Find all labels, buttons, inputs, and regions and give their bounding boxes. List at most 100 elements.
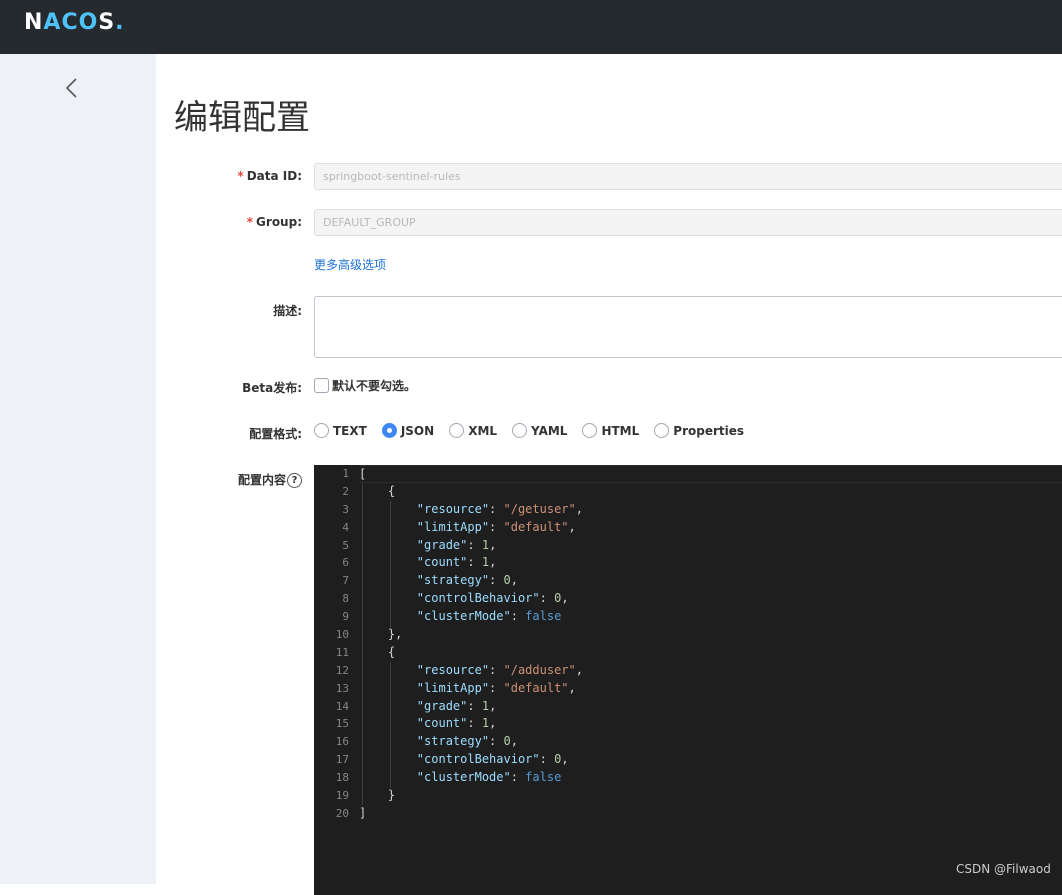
code-line: { — [359, 483, 1062, 501]
code-line: } — [359, 787, 1062, 805]
page-title: 编辑配置 — [174, 98, 310, 138]
description-textarea[interactable] — [314, 296, 1062, 358]
back-arrow-icon[interactable] — [62, 76, 82, 100]
nacos-logo[interactable]: NACOS. — [24, 10, 125, 35]
line-number: 11 — [335, 645, 349, 659]
code-line: "grade": 1, — [359, 698, 1062, 716]
json-key: "grade" — [416, 698, 468, 713]
code-line: "count": 1, — [359, 715, 1062, 733]
top-bar: NACOS. — [0, 0, 1062, 54]
brace: }, — [359, 627, 403, 642]
code-content[interactable]: [ { "resource": "/getuser", "limitApp": … — [359, 465, 1062, 823]
line-number: 6 — [342, 556, 349, 570]
code-line: "limitApp": "default", — [359, 680, 1062, 698]
group-input[interactable]: DEFAULT_GROUP — [314, 209, 1062, 236]
comma: , — [489, 716, 497, 731]
comma: , — [561, 591, 569, 606]
radio-button[interactable] — [314, 423, 329, 438]
json-key: "controlBehavior" — [416, 752, 540, 767]
json-key: "strategy" — [416, 734, 490, 749]
colon: : — [467, 555, 482, 570]
format-option-text[interactable]: TEXT — [314, 423, 367, 438]
code-editor[interactable]: 1 2 3 4 5 6 7 8 9 10 11 12 13 14 15 16 17 18 19 20 [ { "res… — [314, 465, 1062, 895]
line-number: 16 — [335, 735, 349, 749]
content-label: 配置内容? — [156, 471, 302, 488]
bracket: ] — [359, 805, 367, 820]
line-number: 13 — [335, 681, 349, 695]
code-line: "resource": "/adduser", — [359, 662, 1062, 680]
code-line: "strategy": 0, — [359, 572, 1062, 590]
comma: , — [568, 519, 576, 534]
data-id-input[interactable]: springboot-sentinel-rules — [314, 163, 1062, 190]
code-line: "controlBehavior": 0, — [359, 590, 1062, 608]
json-key: "count" — [416, 716, 468, 731]
colon: : — [489, 734, 504, 749]
help-icon[interactable]: ? — [287, 473, 302, 488]
radio-button[interactable] — [449, 423, 465, 438]
code-line: "clusterMode": false — [359, 769, 1062, 787]
radio-button[interactable] — [512, 423, 528, 438]
sidebar — [0, 54, 156, 884]
radio-button-selected[interactable] — [381, 423, 397, 438]
code-line: "grade": 1, — [359, 537, 1062, 555]
format-option-json[interactable]: JSON — [381, 423, 434, 438]
format-option-properties[interactable]: Properties — [654, 423, 744, 438]
format-option-yaml[interactable]: YAML — [512, 423, 567, 438]
json-key: "controlBehavior" — [416, 591, 540, 606]
json-key: "grade" — [416, 537, 468, 552]
line-number: 5 — [342, 538, 349, 552]
radio-button[interactable] — [654, 423, 670, 438]
beta-checkbox-text: 默认不要勾选。 — [332, 379, 417, 393]
line-number: 10 — [335, 628, 349, 642]
line-number: 18 — [335, 771, 349, 785]
comma: , — [575, 662, 583, 677]
code-line: }, — [359, 626, 1062, 644]
main-content: 编辑配置 * Data ID: springboot-sentinel-rules… — [156, 54, 1062, 895]
beta-label: Beta发布: — [242, 381, 302, 395]
format-option-html[interactable]: HTML — [582, 423, 639, 438]
comma: , — [575, 501, 583, 516]
comma: , — [489, 698, 497, 713]
colon: : — [510, 609, 526, 624]
line-number: 9 — [342, 610, 349, 624]
comma: , — [510, 573, 518, 588]
code-line: { — [359, 644, 1062, 662]
json-value: 0 — [503, 573, 511, 588]
json-key: "strategy" — [416, 573, 490, 588]
line-number: 14 — [335, 699, 349, 713]
brace: { — [359, 644, 396, 659]
code-line: "controlBehavior": 0, — [359, 751, 1062, 769]
code-line: ] — [359, 805, 1062, 823]
line-number: 17 — [335, 753, 349, 767]
json-value: 1 — [481, 698, 490, 713]
brace: { — [359, 483, 396, 498]
format-radio-group: TEXT JSON XML YAML HTML Properties — [314, 423, 759, 438]
colon: : — [489, 680, 504, 695]
colon: : — [539, 591, 555, 606]
json-key: "limitApp" — [416, 519, 490, 534]
colon: : — [467, 716, 482, 731]
json-key: "count" — [416, 555, 468, 570]
advanced-options-link[interactable]: 更多高级选项 — [314, 256, 386, 273]
json-value: "/adduser" — [503, 662, 576, 677]
beta-checkbox[interactable] — [314, 378, 329, 393]
comma: , — [489, 537, 497, 552]
json-key: "clusterMode" — [416, 609, 511, 624]
colon: : — [489, 662, 504, 677]
json-value: "default" — [503, 680, 569, 695]
colon: : — [510, 770, 526, 785]
colon: : — [489, 573, 504, 588]
radio-button[interactable] — [582, 423, 598, 438]
comma: , — [568, 680, 576, 695]
group-label: * Group: — [246, 215, 302, 229]
json-value: 1 — [481, 555, 490, 570]
format-option-xml[interactable]: XML — [449, 423, 497, 438]
